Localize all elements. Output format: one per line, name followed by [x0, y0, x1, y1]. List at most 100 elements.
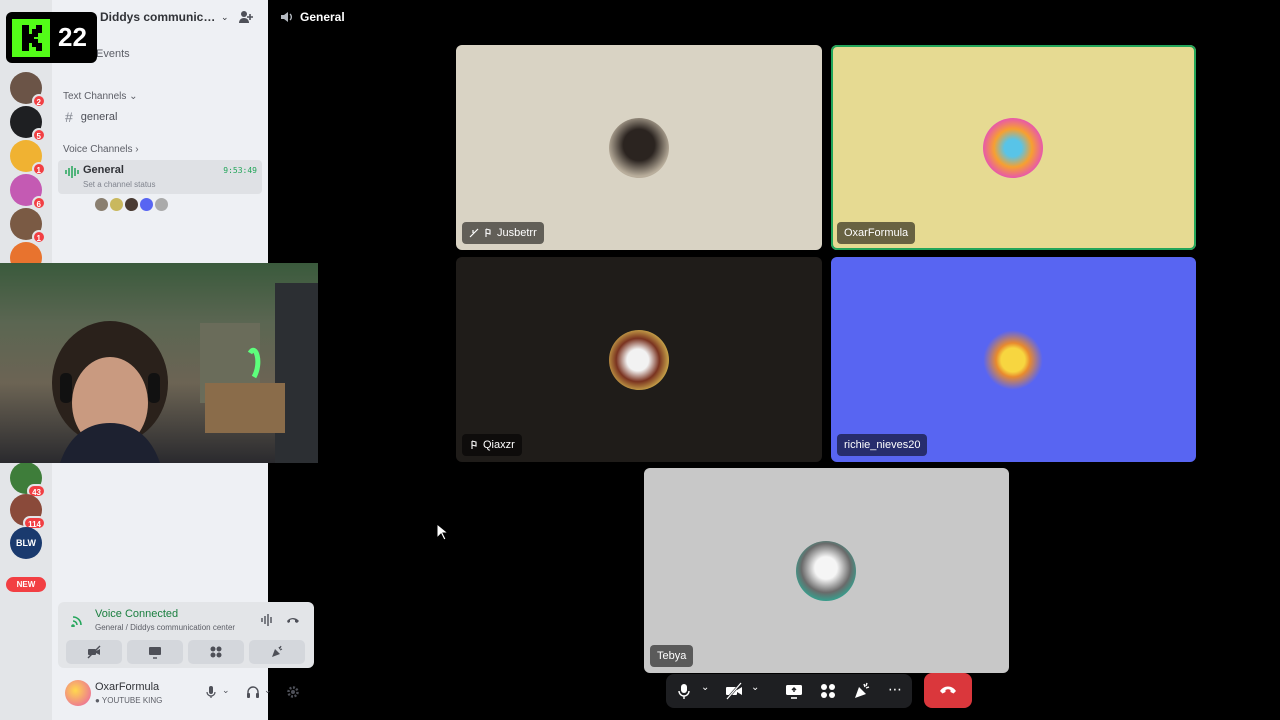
mention-badge: 2 — [31, 94, 46, 108]
server-icon[interactable]: 6 — [10, 174, 46, 210]
screen-share-icon[interactable] — [785, 682, 803, 700]
hash-icon: # — [65, 109, 73, 125]
microphone-icon[interactable] — [204, 685, 218, 699]
mention-badge: 1 — [31, 162, 46, 176]
user-status: ● YOUTUBE KING — [95, 696, 163, 705]
app-window: 2 5 1 6 1 43 114 BLW NEW Diddys communic… — [0, 0, 1280, 720]
chevron-down-icon[interactable]: ⌄ — [751, 682, 769, 700]
user-tagline: YOUTUBE KING — [101, 696, 163, 705]
chevron-down-icon[interactable]: ⌄ — [701, 682, 719, 700]
add-user-icon[interactable] — [238, 9, 254, 25]
call-header: General — [268, 0, 1280, 34]
avatar — [983, 330, 1043, 390]
kick-logo-icon — [12, 18, 50, 57]
mention-badge: 6 — [31, 196, 46, 210]
microphone-icon[interactable] — [675, 682, 693, 700]
participant-label: Qiaxzr — [462, 434, 522, 456]
participant-name: Qiaxzr — [483, 439, 515, 451]
username[interactable]: OxarFormula — [95, 681, 159, 693]
server-initials: BLW — [16, 538, 36, 548]
video-off-icon[interactable] — [725, 682, 743, 700]
participant-tile[interactable]: Tebya — [644, 468, 1009, 673]
category-label: Text Channels — [63, 91, 127, 102]
speaker-icon — [281, 12, 292, 22]
webcam-feed-image — [52, 283, 318, 463]
voice-participants — [93, 196, 170, 213]
avatar — [796, 541, 856, 601]
chevron-down-icon[interactable]: ⌄ — [264, 685, 278, 699]
events-link[interactable]: Events — [96, 48, 130, 60]
share-screen-button[interactable] — [127, 640, 183, 664]
soundboard-icon — [272, 645, 283, 657]
call-timer: 9:53:49 — [223, 166, 257, 175]
avatar — [609, 118, 669, 178]
hangup-icon — [940, 686, 956, 694]
disconnect-icon[interactable] — [286, 613, 300, 627]
more-options-icon[interactable]: ⋯ — [888, 682, 906, 700]
signal-icon[interactable] — [71, 613, 85, 627]
mention-badge: 1 — [31, 230, 46, 244]
server-icon[interactable]: 1 — [10, 208, 46, 244]
activity-icon — [210, 646, 222, 658]
avatar — [983, 118, 1043, 178]
participant-label: richie_nieves20 — [837, 434, 928, 456]
participant-label: Jusbetrr — [462, 222, 544, 244]
voice-connected-panel: Voice Connected General / Diddys communi… — [58, 602, 314, 668]
participant-label: OxarFormula — [837, 222, 916, 244]
text-channels-category[interactable]: Text Channels ⌄ — [63, 91, 138, 102]
noise-suppression-icon[interactable] — [260, 613, 274, 627]
participant-name: Tebya — [657, 650, 687, 662]
voice-status: Voice Connected — [95, 608, 179, 620]
category-label: Voice Channels — [63, 144, 133, 155]
channel-general[interactable]: # general — [58, 105, 262, 129]
server-icon[interactable]: 114 — [10, 494, 46, 530]
server-icon[interactable]: 43 — [10, 462, 46, 498]
mic-muted-icon — [469, 228, 479, 238]
activity-icon[interactable] — [819, 682, 837, 700]
channel-name: general — [80, 111, 118, 123]
participant-name: richie_nieves20 — [844, 439, 921, 451]
participant-tile-speaking[interactable]: OxarFormula — [831, 45, 1196, 250]
playstation-icon — [469, 440, 479, 450]
channel-status[interactable]: Set a channel status — [83, 180, 156, 189]
gear-icon[interactable] — [286, 685, 300, 699]
mention-badge: 5 — [31, 128, 46, 142]
mouse-cursor-icon — [436, 523, 448, 541]
avatar[interactable] — [65, 680, 91, 706]
participant-name: OxarFormula — [844, 227, 909, 239]
video-off-icon — [87, 645, 101, 659]
server-icon[interactable]: 2 — [10, 72, 46, 108]
activities-button[interactable] — [188, 640, 244, 664]
server-icon[interactable]: 5 — [10, 106, 46, 142]
voice-channel-name: General — [83, 164, 124, 176]
webcam-overlay — [0, 263, 318, 463]
user-panel: OxarFormula ● YOUTUBE KING ⌄ ⌄ — [58, 674, 314, 714]
server-name: Diddys communication center — [100, 10, 218, 24]
participant-name: Jusbetrr — [497, 227, 537, 239]
voice-activity-icon — [65, 166, 79, 178]
participant-tile[interactable]: Qiaxzr — [456, 257, 822, 462]
kick-viewer-badge: 22 — [6, 12, 97, 63]
server-icon-blw[interactable]: BLW — [10, 527, 42, 559]
participant-label: Tebya — [650, 645, 694, 667]
video-off-button[interactable] — [66, 640, 122, 664]
headphones-icon[interactable] — [246, 685, 260, 699]
playstation-icon — [483, 228, 493, 238]
voice-location[interactable]: General / Diddys communication center — [95, 623, 235, 632]
soundboard-icon[interactable] — [853, 682, 871, 700]
call-controls: ⌄ ⌄ ⋯ — [666, 674, 912, 708]
voice-channels-category[interactable]: Voice Channels › — [63, 144, 139, 155]
chevron-down-icon: ⌄ — [221, 11, 229, 22]
avatar — [609, 330, 669, 390]
chevron-down-icon[interactable]: ⌄ — [222, 685, 236, 699]
voice-channel-general[interactable]: General 9:53:49 Set a channel status — [58, 160, 262, 194]
call-title: General — [300, 10, 345, 24]
screen-share-icon — [149, 647, 161, 659]
avatar[interactable] — [153, 196, 170, 213]
new-badge: NEW — [6, 577, 46, 592]
server-icon[interactable]: 1 — [10, 140, 46, 176]
participant-tile[interactable]: richie_nieves20 — [831, 257, 1196, 462]
leave-call-button[interactable] — [924, 673, 972, 708]
soundboard-button[interactable] — [249, 640, 305, 664]
participant-tile[interactable]: Jusbetrr — [456, 45, 822, 250]
